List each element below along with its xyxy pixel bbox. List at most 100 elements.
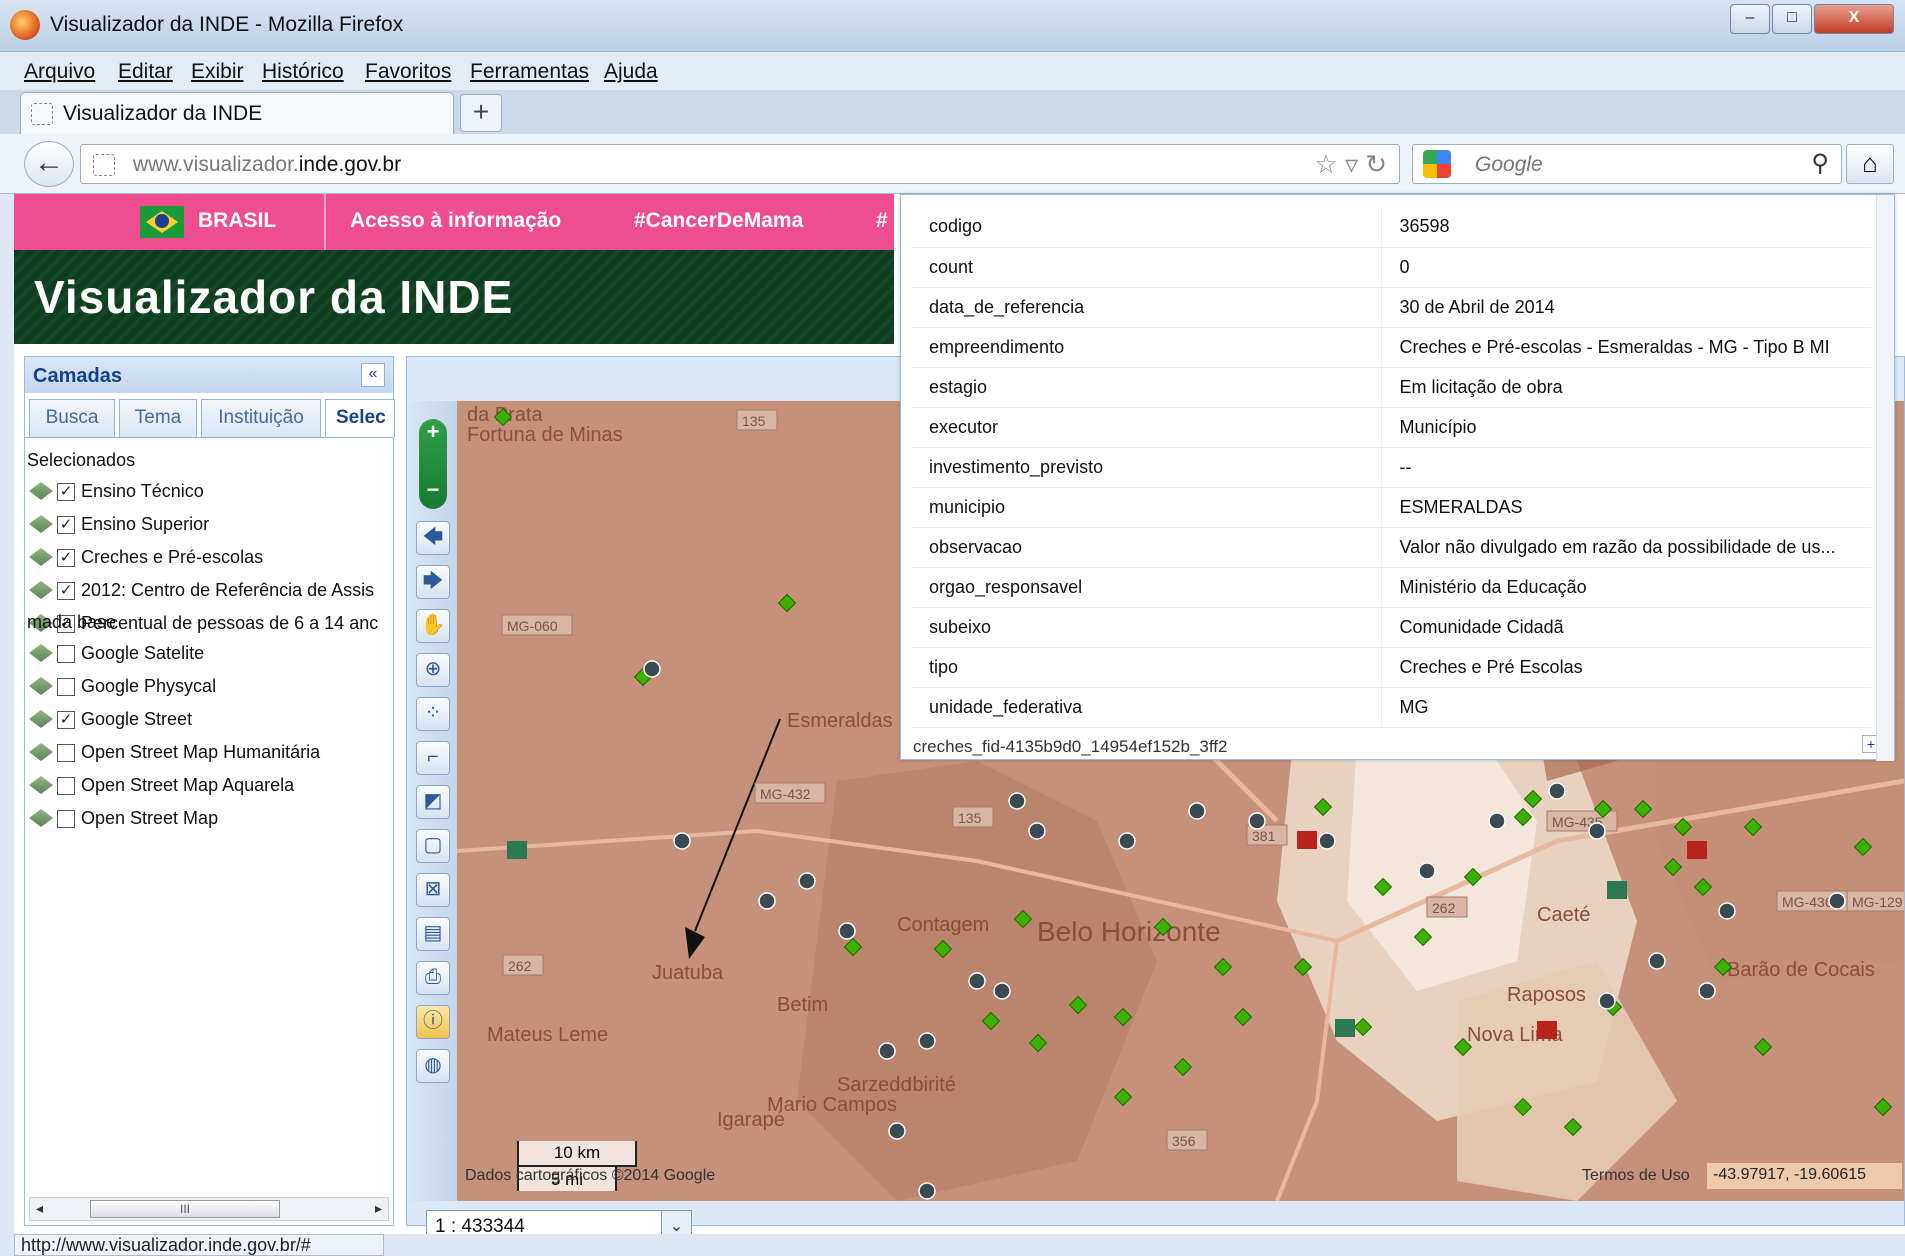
tab-instituicao[interactable]: Instituição <box>201 399 321 437</box>
menu-arquivo[interactable]: Arquivo <box>24 60 95 84</box>
home-button[interactable]: ⌂ <box>1846 144 1894 184</box>
layer-item[interactable]: Google Satelite <box>29 642 393 670</box>
school-marker[interactable] <box>1188 802 1206 820</box>
cras-marker[interactable] <box>1335 1019 1355 1037</box>
zoom-box-icon[interactable]: ⊕ <box>416 653 450 687</box>
school-marker[interactable] <box>838 922 856 940</box>
terms-link[interactable]: Termos de Uso <box>1582 1167 1690 1185</box>
close-button[interactable]: X <box>1814 4 1894 34</box>
school-marker[interactable] <box>758 892 776 910</box>
menu-ajuda[interactable]: Ajuda <box>604 60 658 84</box>
select-box-icon[interactable]: ▢ <box>416 829 450 863</box>
collapse-button[interactable]: « <box>361 363 385 387</box>
globe-icon[interactable]: ◍ <box>416 1049 450 1083</box>
cras-marker[interactable] <box>1607 881 1627 899</box>
school-marker[interactable] <box>1548 782 1566 800</box>
layer-checkbox[interactable] <box>57 678 75 696</box>
zoom-in-icon[interactable]: + <box>419 419 447 445</box>
measure-line-icon[interactable]: ⌐ <box>416 741 450 775</box>
brasil-link[interactable]: BRASIL <box>198 209 276 233</box>
school-marker[interactable] <box>1028 822 1046 840</box>
school-marker[interactable] <box>1648 952 1666 970</box>
google-icon[interactable] <box>1423 150 1451 178</box>
school-marker[interactable] <box>1008 792 1026 810</box>
print-icon[interactable]: ⎙ <box>416 961 450 995</box>
layer-item[interactable]: ✓ 2012: Centro de Referência de Assis <box>29 579 393 607</box>
scroll-left-icon[interactable]: ◂ <box>36 1200 43 1217</box>
menu-historico[interactable]: Histórico <box>262 60 344 84</box>
acesso-link[interactable]: Acesso à informação <box>350 209 561 233</box>
institution-marker[interactable] <box>1537 1021 1557 1039</box>
school-marker[interactable] <box>1698 982 1716 1000</box>
school-marker[interactable] <box>643 660 661 678</box>
school-marker[interactable] <box>1318 832 1336 850</box>
minimize-button[interactable]: – <box>1730 4 1770 34</box>
info-icon[interactable]: ⓘ <box>416 1005 450 1039</box>
layer-checkbox[interactable] <box>57 810 75 828</box>
layer-checkbox[interactable]: ✓ <box>57 549 75 567</box>
school-marker[interactable] <box>878 1042 896 1060</box>
layer-item[interactable]: Open Street Map Humanitária <box>29 741 393 769</box>
institution-marker[interactable] <box>1687 841 1707 859</box>
menu-exibir[interactable]: Exibir <box>191 60 244 84</box>
layer-item[interactable]: ✓ Google Street <box>29 708 393 736</box>
chevron-down-icon[interactable]: ⌄ <box>661 1211 691 1234</box>
institution-marker[interactable] <box>1297 831 1317 849</box>
scale-select[interactable]: 1 : 433344 ⌄ <box>426 1210 692 1234</box>
menu-favoritos[interactable]: Favoritos <box>365 60 451 84</box>
search-icon[interactable]: ⚲ <box>1811 149 1829 178</box>
site-identity-icon[interactable] <box>93 154 115 176</box>
layer-item[interactable]: ✓ Ensino Técnico <box>29 480 393 508</box>
layer-checkbox[interactable]: ✓ <box>57 711 75 729</box>
search-input[interactable] <box>1475 151 1775 179</box>
layer-checkbox[interactable] <box>57 777 75 795</box>
tab-visualizador[interactable]: Visualizador da INDE <box>20 92 454 134</box>
cras-marker[interactable] <box>507 841 527 859</box>
school-marker[interactable] <box>918 1032 936 1050</box>
zoom-out-icon[interactable]: − <box>419 477 447 503</box>
layer-checkbox[interactable]: ✓ <box>57 483 75 501</box>
bookmark-star-icon[interactable]: ☆ ▿ ↻ <box>1314 149 1387 180</box>
new-tab-button[interactable]: + <box>460 94 502 132</box>
measure-area-icon[interactable]: ◩ <box>416 785 450 819</box>
previous-view-icon[interactable]: 🡄 <box>416 521 450 555</box>
maximize-button[interactable]: □ <box>1772 4 1812 34</box>
layer-checkbox[interactable] <box>57 645 75 663</box>
school-marker[interactable] <box>1418 862 1436 880</box>
layer-item[interactable]: Open Street Map <box>29 807 393 835</box>
school-marker[interactable] <box>1588 822 1606 840</box>
scroll-right-icon[interactable]: ▸ <box>375 1200 382 1217</box>
layer-item[interactable]: ✓ Creches e Pré-escolas <box>29 546 393 574</box>
more-link[interactable]: # <box>876 209 888 233</box>
horizontal-scrollbar[interactable]: ◂ III ▸ <box>29 1197 389 1221</box>
layer-checkbox[interactable]: ✓ <box>57 582 75 600</box>
school-marker[interactable] <box>993 982 1011 1000</box>
scroll-thumb[interactable]: III <box>90 1200 280 1218</box>
school-marker[interactable] <box>798 872 816 890</box>
url-bar[interactable]: www.visualizador.inde.gov.br ☆ ▿ ↻ <box>80 144 1400 184</box>
pan-hand-icon[interactable]: ✋ <box>416 609 450 643</box>
menu-ferramentas[interactable]: Ferramentas <box>470 60 589 84</box>
ruler-icon[interactable]: ▤ <box>416 917 450 951</box>
tab-tema[interactable]: Tema <box>119 399 197 437</box>
tab-busca[interactable]: Busca <box>29 399 115 437</box>
school-marker[interactable] <box>1488 812 1506 830</box>
back-button[interactable]: ← <box>24 141 74 187</box>
cancer-link[interactable]: #CancerDeMama <box>634 209 803 233</box>
zoom-control[interactable]: + − <box>419 419 447 509</box>
layer-checkbox[interactable] <box>57 744 75 762</box>
next-view-icon[interactable]: 🡆 <box>416 565 450 599</box>
school-marker[interactable] <box>1718 902 1736 920</box>
school-marker[interactable] <box>1248 812 1266 830</box>
layer-checkbox[interactable]: ✓ <box>57 516 75 534</box>
school-marker[interactable] <box>673 832 691 850</box>
popup-scrollbar[interactable] <box>1876 195 1894 761</box>
search-box[interactable]: ⚲ <box>1412 144 1842 184</box>
school-marker[interactable] <box>1118 832 1136 850</box>
school-marker[interactable] <box>888 1122 906 1140</box>
measure-points-icon[interactable]: ⁘ <box>416 697 450 731</box>
school-marker[interactable] <box>968 972 986 990</box>
layer-item[interactable]: Open Street Map Aquarela <box>29 774 393 802</box>
layer-item[interactable]: Google Physycal <box>29 675 393 703</box>
school-marker[interactable] <box>1828 892 1846 910</box>
